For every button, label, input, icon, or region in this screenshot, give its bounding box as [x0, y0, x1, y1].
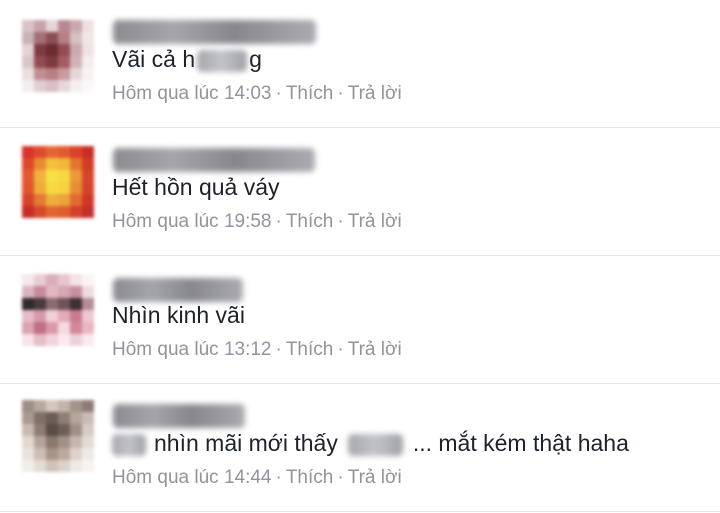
comment-item: Nhìn kinh vãi Hôm qua lúc 13:12 · Thích · Tr…: [0, 256, 720, 384]
comment-item: Vãi cả hg Hôm qua lúc 14:03 · Thích · Trả lờ…: [0, 0, 720, 128]
redacted-text: [347, 433, 403, 456]
redacted-text: [112, 433, 146, 456]
comment-text: Vãi cả hg: [112, 46, 262, 72]
reply-link[interactable]: Trả lời: [348, 339, 402, 360]
comment-list: Vãi cả hg Hôm qua lúc 14:03 · Thích · Trả lờ…: [0, 0, 720, 513]
avatar[interactable]: [22, 20, 94, 92]
separator-dot: ·: [275, 339, 282, 360]
separator-dot: ·: [337, 211, 344, 232]
comment-timestamp[interactable]: Hôm qua lúc 13:12: [112, 339, 272, 360]
like-link[interactable]: Thích: [286, 211, 334, 232]
comment-text: Hết hồn quả váy: [112, 174, 280, 200]
avatar[interactable]: [22, 146, 94, 218]
commenter-name-blurred[interactable]: [113, 20, 316, 44]
comment-meta: Hôm qua lúc 19:58 · Thích · Trả lời: [112, 208, 402, 236]
comment-timestamp[interactable]: Hôm qua lúc 19:58: [112, 211, 272, 232]
like-link[interactable]: Thích: [286, 83, 334, 104]
comment-timestamp[interactable]: Hôm qua lúc 14:03: [112, 83, 272, 104]
redacted-text: [197, 49, 248, 72]
comment-text: nhìn mãi mới thấy... mắt kém thật haha: [112, 426, 629, 460]
reply-link[interactable]: Trả lời: [348, 467, 402, 488]
reply-link[interactable]: Trả lời: [348, 83, 402, 104]
avatar[interactable]: [22, 400, 94, 472]
separator-dot: ·: [337, 467, 344, 488]
comment-timestamp[interactable]: Hôm qua lúc 14:44: [112, 467, 272, 488]
comment-meta: Hôm qua lúc 14:44 · Thích · Trả lời: [112, 464, 402, 492]
commenter-name-blurred[interactable]: [113, 148, 315, 172]
like-link[interactable]: Thích: [286, 467, 334, 488]
comment-item: nhìn mãi mới thấy... mắt kém thật haha H…: [0, 384, 720, 512]
separator-dot: ·: [275, 211, 282, 232]
separator-dot: ·: [337, 83, 344, 104]
comment-meta: Hôm qua lúc 14:03 · Thích · Trả lời: [112, 80, 402, 108]
avatar[interactable]: [22, 274, 94, 346]
like-link[interactable]: Thích: [286, 339, 334, 360]
separator-dot: ·: [275, 467, 282, 488]
comment-text: Nhìn kinh vãi: [112, 302, 245, 328]
separator-dot: ·: [275, 83, 282, 104]
reply-link[interactable]: Trả lời: [348, 211, 402, 232]
commenter-name-blurred[interactable]: [113, 404, 245, 428]
separator-dot: ·: [337, 339, 344, 360]
comment-meta: Hôm qua lúc 13:12 · Thích · Trả lời: [112, 336, 402, 364]
comment-item: Hết hồn quả váy Hôm qua lúc 19:58 · Thích ·…: [0, 128, 720, 256]
